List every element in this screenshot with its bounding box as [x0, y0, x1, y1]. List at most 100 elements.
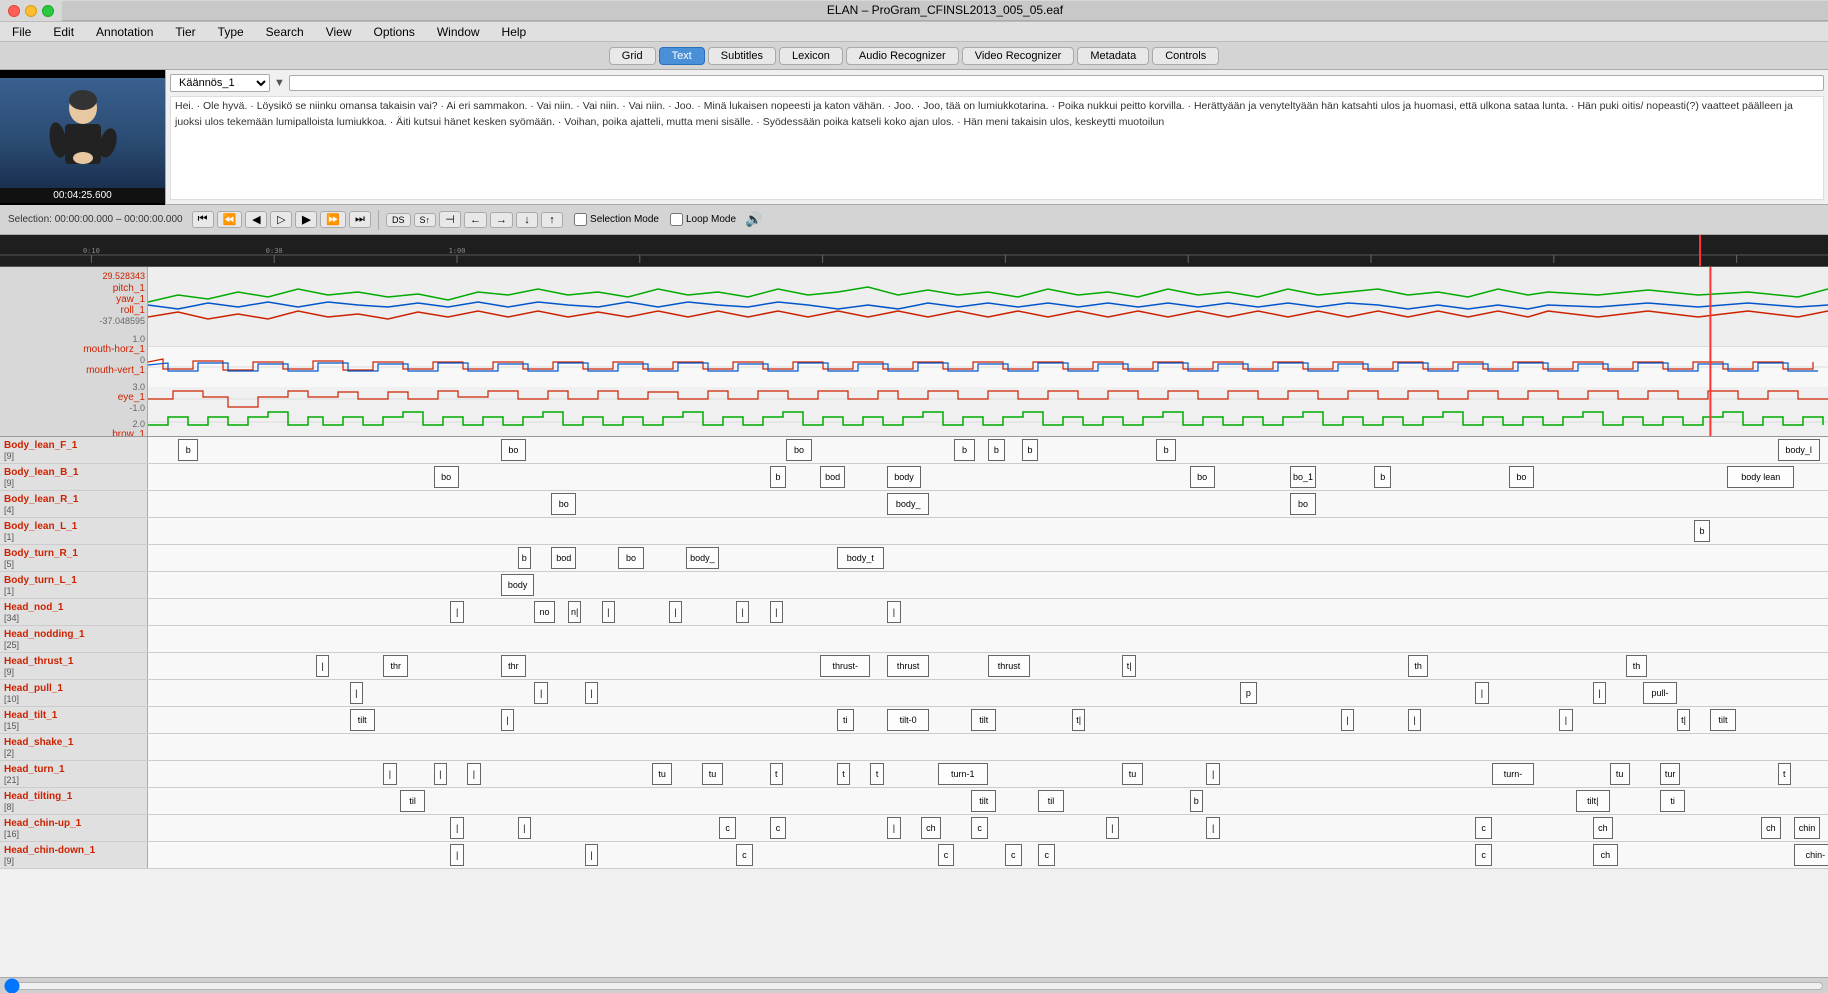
maximize-button[interactable]: [42, 5, 54, 17]
annotation[interactable]: th: [1408, 655, 1428, 677]
annotation[interactable]: |: [1408, 709, 1421, 731]
annotation[interactable]: bo: [551, 493, 576, 515]
play-selection-button[interactable]: ▷: [270, 211, 292, 228]
annotation[interactable]: turn-: [1492, 763, 1534, 785]
annotation[interactable]: c: [938, 844, 955, 866]
annotation[interactable]: bo: [1509, 466, 1534, 488]
tier-track-body-turn-r[interactable]: b bod bo body_ body_t: [148, 545, 1828, 571]
annotation[interactable]: tilt: [971, 709, 996, 731]
play-button[interactable]: ▶: [295, 211, 317, 228]
tab-video-recognizer[interactable]: Video Recognizer: [962, 47, 1075, 65]
annotation[interactable]: tilt: [1710, 709, 1735, 731]
tab-controls[interactable]: Controls: [1152, 47, 1219, 65]
annotation[interactable]: |: [1475, 682, 1488, 704]
tier-track-head-nod[interactable]: | no n| | | | | |: [148, 599, 1828, 625]
tier-track-head-turn[interactable]: | | | tu tu t t t turn-1 tu | turn- tu t…: [148, 761, 1828, 787]
annotation[interactable]: |: [585, 682, 598, 704]
annotation[interactable]: |: [501, 709, 514, 731]
annotation[interactable]: |: [316, 655, 329, 677]
annotation[interactable]: ti: [837, 709, 854, 731]
annotation[interactable]: tilt|: [1576, 790, 1610, 812]
tab-audio-recognizer[interactable]: Audio Recognizer: [846, 47, 959, 65]
tier-track-head-chin-down[interactable]: | | c c c c c ch chin-: [148, 842, 1828, 868]
annotation[interactable]: |: [518, 817, 531, 839]
annotation[interactable]: b: [770, 466, 787, 488]
menu-tier[interactable]: Tier: [171, 24, 199, 40]
annotation[interactable]: |: [383, 763, 396, 785]
annotation[interactable]: c: [770, 817, 787, 839]
annotation[interactable]: body_l: [1778, 439, 1820, 461]
annotation[interactable]: |: [450, 844, 463, 866]
annotation[interactable]: ch: [1761, 817, 1781, 839]
tier-track-head-pull[interactable]: | | | p | | pull-: [148, 680, 1828, 706]
annotation[interactable]: body_: [686, 547, 720, 569]
annotation[interactable]: |: [770, 601, 783, 623]
annotation[interactable]: c: [1475, 817, 1492, 839]
timeline-ruler[interactable]: 0:10 0:30 1:00: [0, 235, 1828, 267]
menu-annotation[interactable]: Annotation: [92, 24, 157, 40]
annotation[interactable]: c: [1038, 844, 1055, 866]
annotation[interactable]: |: [887, 601, 900, 623]
scroll-slider[interactable]: [4, 981, 1824, 991]
step-forward-button[interactable]: ⏩: [320, 211, 346, 228]
loop-play-button[interactable]: DS: [386, 213, 411, 227]
tab-lexicon[interactable]: Lexicon: [779, 47, 843, 65]
annotation[interactable]: |: [1206, 817, 1219, 839]
annotation[interactable]: b: [1374, 466, 1391, 488]
annotation[interactable]: t: [837, 763, 850, 785]
annotation[interactable]: |: [1559, 709, 1572, 731]
annotation[interactable]: |: [350, 682, 363, 704]
tier-track-body-lean-r[interactable]: bo body_ bo: [148, 491, 1828, 517]
annotation[interactable]: bo: [1190, 466, 1215, 488]
annotation[interactable]: body_: [887, 493, 929, 515]
annotation[interactable]: t|: [1677, 709, 1690, 731]
down-arrow-button[interactable]: ↓: [516, 212, 538, 228]
menu-window[interactable]: Window: [433, 24, 484, 40]
annotation[interactable]: |: [434, 763, 447, 785]
annotation[interactable]: thrust: [988, 655, 1030, 677]
annotation[interactable]: |: [1206, 763, 1219, 785]
annotation[interactable]: turn-1: [938, 763, 988, 785]
tab-grid[interactable]: Grid: [609, 47, 656, 65]
annotation[interactable]: til: [400, 790, 425, 812]
annotation[interactable]: thrust: [887, 655, 929, 677]
annotation[interactable]: b: [1156, 439, 1176, 461]
annotation[interactable]: bo: [1290, 493, 1315, 515]
annotation[interactable]: b: [1190, 790, 1203, 812]
annotation[interactable]: tu: [652, 763, 672, 785]
annotation[interactable]: bo: [618, 547, 643, 569]
annotation[interactable]: bo_1: [1290, 466, 1315, 488]
set-begin-button[interactable]: ⊣: [439, 211, 461, 228]
annotation[interactable]: thr: [501, 655, 526, 677]
tab-text[interactable]: Text: [659, 47, 705, 65]
annotation[interactable]: |: [669, 601, 682, 623]
back-button[interactable]: ◀: [245, 211, 267, 228]
back-arrow-button[interactable]: ←: [464, 212, 487, 228]
horizontal-scrollbar[interactable]: [0, 977, 1828, 993]
annotation[interactable]: th: [1626, 655, 1646, 677]
tier-track-body-turn-l[interactable]: body: [148, 572, 1828, 598]
annotation[interactable]: |: [534, 682, 547, 704]
annotation[interactable]: thr: [383, 655, 408, 677]
annotation[interactable]: |: [1106, 817, 1119, 839]
annotation[interactable]: chin: [1794, 817, 1819, 839]
tab-metadata[interactable]: Metadata: [1077, 47, 1149, 65]
annotation[interactable]: tilt: [350, 709, 375, 731]
close-button[interactable]: [8, 5, 20, 17]
annotation[interactable]: b: [1022, 439, 1039, 461]
annotation[interactable]: c: [1475, 844, 1492, 866]
minimize-button[interactable]: [25, 5, 37, 17]
annotation[interactable]: |: [602, 601, 615, 623]
go-to-start-button[interactable]: ⏮: [192, 211, 214, 228]
annotation[interactable]: c: [971, 817, 988, 839]
annotation[interactable]: |: [736, 601, 749, 623]
tier-track-head-tilt[interactable]: tilt | ti tilt-0 tilt t| | | | t| tilt: [148, 707, 1828, 733]
annotation[interactable]: |: [887, 817, 900, 839]
annotation[interactable]: b: [518, 547, 531, 569]
annotation[interactable]: |: [450, 601, 463, 623]
annotation[interactable]: |: [1593, 682, 1606, 704]
annotation[interactable]: n|: [568, 601, 581, 623]
tier-track-head-thrust[interactable]: | thr thr thrust- thrust thrust t| th th: [148, 653, 1828, 679]
annotation[interactable]: |: [1341, 709, 1354, 731]
annotation[interactable]: chin-: [1794, 844, 1828, 866]
